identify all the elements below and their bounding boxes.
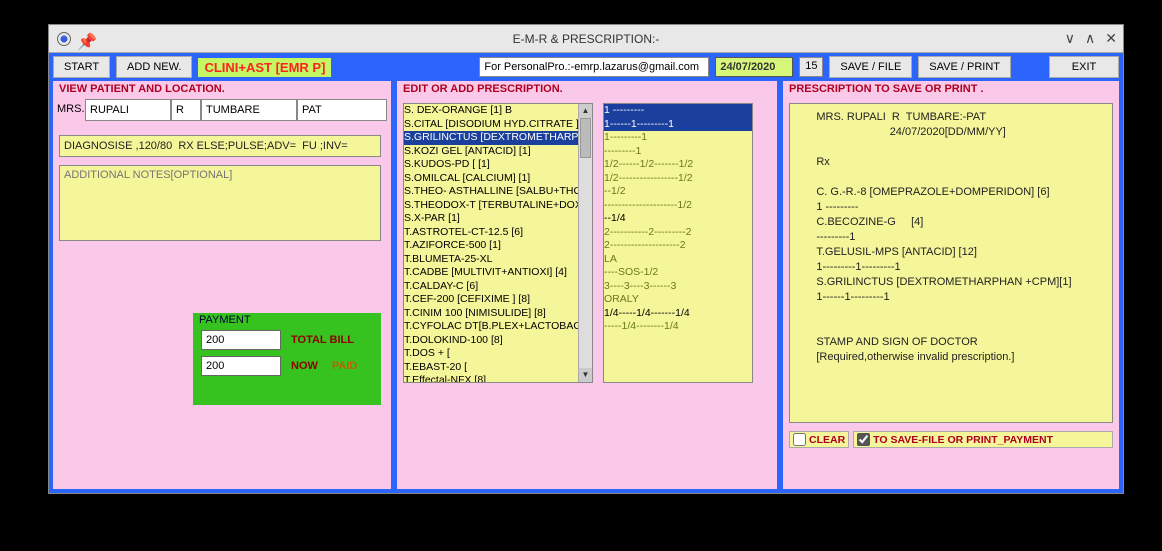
toolbar: START ADD NEW. CLINI+AST [EMR P] 15 SAVE…: [49, 53, 1123, 81]
list-item[interactable]: T.CYFOLAC DT[B.PLEX+LACTOBACI: [404, 320, 592, 334]
list-item[interactable]: T.ASTROTEL-CT-12.5 [6]: [404, 226, 592, 240]
scrollbar[interactable]: ▲ ▼: [578, 104, 592, 382]
list-item[interactable]: S.OMILCAL [CALCIUM] [1]: [404, 172, 592, 186]
output-heading: PRESCRIPTION TO SAVE OR PRINT .: [783, 81, 1119, 97]
scroll-up-icon[interactable]: ▲: [579, 104, 592, 118]
list-item[interactable]: LA: [604, 253, 752, 267]
list-item[interactable]: 1 ---------: [604, 104, 752, 118]
first-name-input[interactable]: [85, 99, 171, 121]
diagnosis-input[interactable]: [59, 135, 381, 157]
list-item[interactable]: S.KOZI GEL [ANTACID] [1]: [404, 145, 592, 159]
list-item[interactable]: T.DOS + [: [404, 347, 592, 361]
prescription-edit-panel: EDIT OR ADD PRESCRIPTION. S. DEX-ORANGE …: [397, 81, 777, 489]
list-item[interactable]: 1---------1: [604, 131, 752, 145]
location-input[interactable]: [297, 99, 387, 121]
list-item[interactable]: T.CEF-200 [CEFIXIME ] [8]: [404, 293, 592, 307]
exit-button[interactable]: EXIT: [1049, 56, 1119, 78]
titlebar: 📌 E-M-R & PRESCRIPTION:- ∨ ∧ ✕: [49, 25, 1123, 53]
scroll-thumb[interactable]: [580, 118, 591, 158]
clear-checkbox[interactable]: CLEAR: [789, 431, 849, 448]
add-new-button[interactable]: ADD NEW.: [116, 56, 192, 78]
list-item[interactable]: 1------1---------1: [604, 118, 752, 132]
list-item[interactable]: T.CALDAY-C [6]: [404, 280, 592, 294]
list-item[interactable]: S.THEODOX-T [TERBUTALINE+DOX: [404, 199, 592, 213]
list-item[interactable]: S.CITAL [DISODIUM HYD.CITRATE ]: [404, 118, 592, 132]
window-title: E-M-R & PRESCRIPTION:-: [49, 32, 1123, 46]
patient-heading: VIEW PATIENT AND LOCATION.: [53, 81, 391, 97]
save-print-button[interactable]: SAVE / PRINT: [918, 56, 1011, 78]
list-item[interactable]: --1/4: [604, 212, 752, 226]
edit-heading: EDIT OR ADD PRESCRIPTION.: [397, 81, 777, 97]
now-label: NOW: [291, 360, 318, 372]
list-item[interactable]: 2-----------2---------2: [604, 226, 752, 240]
list-item[interactable]: T.EBAST-20 [: [404, 361, 592, 375]
list-item[interactable]: 1/2------1/2-------1/2: [604, 158, 752, 172]
save-file-button[interactable]: SAVE / FILE: [829, 56, 912, 78]
list-item[interactable]: S.THEO- ASTHALLINE [SALBU+THO: [404, 185, 592, 199]
list-item[interactable]: ---------------------1/2: [604, 199, 752, 213]
drug-listbox[interactable]: S. DEX-ORANGE [1] BS.CITAL [DISODIUM HYD…: [403, 103, 593, 383]
start-button[interactable]: START: [53, 56, 110, 78]
paid-label: PAID: [332, 360, 357, 372]
total-bill-label: TOTAL BILL: [291, 334, 354, 346]
list-item[interactable]: ----SOS-1/2: [604, 266, 752, 280]
list-item[interactable]: S. DEX-ORANGE [1] B: [404, 104, 592, 118]
title-label: MRS.: [57, 99, 85, 121]
list-item[interactable]: T.CINIM 100 [NIMISULIDE] [8]: [404, 307, 592, 321]
list-item[interactable]: --1/2: [604, 185, 752, 199]
list-item[interactable]: T.BLUMETA-25-XL: [404, 253, 592, 267]
save-print-checkbox[interactable]: TO SAVE-FILE OR PRINT_PAYMENT: [853, 431, 1113, 448]
list-item[interactable]: T.CADBE [MULTIVIT+ANTIOXI] [4]: [404, 266, 592, 280]
list-item[interactable]: T.AZIFORCE-500 [1]: [404, 239, 592, 253]
date-field[interactable]: [715, 57, 793, 77]
list-item[interactable]: T.Effectal-NFX [8]: [404, 374, 592, 383]
payment-box: PAYMENT TOTAL BILL NOW PAID: [193, 313, 381, 405]
list-item[interactable]: 2--------------------2: [604, 239, 752, 253]
list-item[interactable]: ORALY: [604, 293, 752, 307]
day-box[interactable]: 15: [799, 57, 823, 77]
last-name-input[interactable]: [201, 99, 297, 121]
patient-panel: VIEW PATIENT AND LOCATION. MRS. PAYMENT …: [53, 81, 391, 489]
list-item[interactable]: 1/2-----------------1/2: [604, 172, 752, 186]
list-item[interactable]: T.DOLOKIND-100 [8]: [404, 334, 592, 348]
middle-name-input[interactable]: [171, 99, 201, 121]
payment-legend: PAYMENT: [193, 313, 381, 327]
notes-input[interactable]: [59, 165, 381, 241]
paid-input[interactable]: [201, 356, 281, 376]
list-item[interactable]: S.KUDOS-PD [ [1]: [404, 158, 592, 172]
scroll-down-icon[interactable]: ▼: [579, 368, 592, 382]
list-item[interactable]: S.GRILINCTUS [DEXTROMETHARPH: [404, 131, 592, 145]
app-window: 📌 E-M-R & PRESCRIPTION:- ∨ ∧ ✕ START ADD…: [48, 24, 1124, 494]
prescription-text: MRS. RUPALI R TUMBARE:-PAT 24/07/2020[DD…: [789, 103, 1113, 423]
minimize-icon[interactable]: ∨: [1065, 30, 1075, 47]
email-field[interactable]: [479, 57, 709, 77]
prescription-output-panel: PRESCRIPTION TO SAVE OR PRINT . MRS. RUP…: [783, 81, 1119, 489]
close-icon[interactable]: ✕: [1105, 30, 1117, 47]
list-item[interactable]: -----1/4--------1/4: [604, 320, 752, 334]
maximize-icon[interactable]: ∧: [1085, 30, 1095, 47]
list-item[interactable]: 1/4-----1/4-------1/4: [604, 307, 752, 321]
list-item[interactable]: 3----3----3------3: [604, 280, 752, 294]
total-bill-input[interactable]: [201, 330, 281, 350]
dosage-listbox[interactable]: 1 ---------1------1---------11---------1…: [603, 103, 753, 383]
list-item[interactable]: ---------1: [604, 145, 752, 159]
list-item[interactable]: S.X-PAR [1]: [404, 212, 592, 226]
brand-label: CLINI+AST [EMR P]: [198, 58, 331, 77]
